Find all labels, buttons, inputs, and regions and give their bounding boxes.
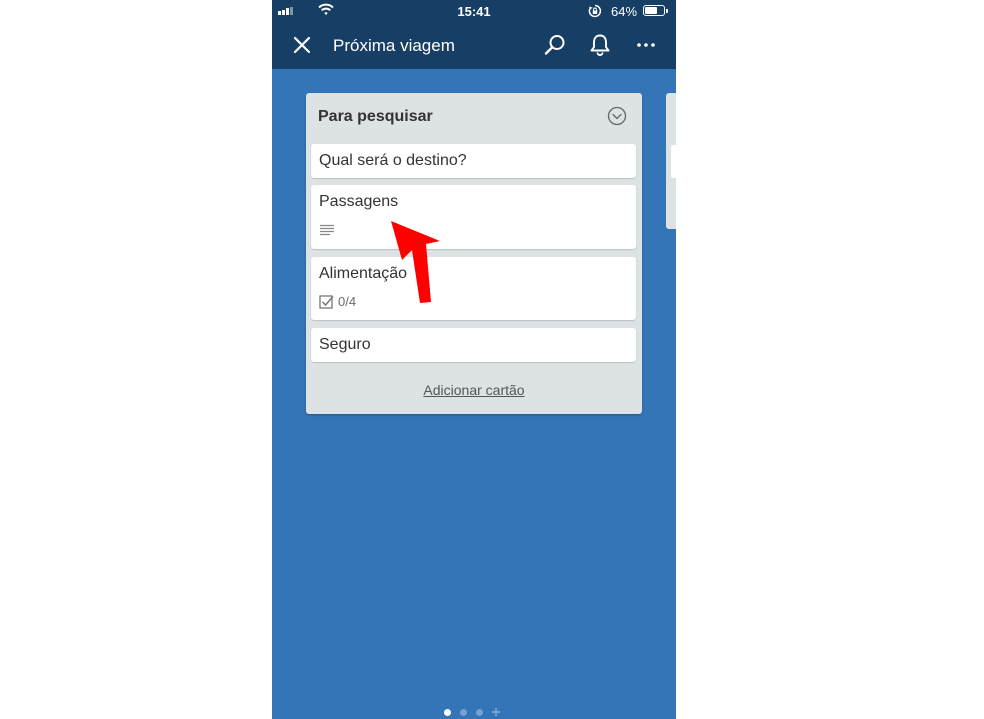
card-qual-sera-o-destino[interactable]: Qual será o destino? (311, 144, 636, 178)
app-bar: Próxima viagem (272, 22, 676, 69)
page-indicator[interactable] (444, 708, 500, 716)
search-icon[interactable] (544, 34, 566, 56)
close-icon[interactable] (292, 35, 312, 55)
page-dot[interactable] (460, 708, 467, 716)
next-list-peek[interactable] (666, 93, 676, 229)
list-para-pesquisar: Para pesquisar Qual será o destino? Pass… (306, 93, 642, 414)
description-icon (320, 224, 334, 236)
card-alimentacao[interactable]: Alimentação 0/4 (311, 257, 636, 320)
board-title: Próxima viagem (333, 36, 455, 55)
rotation-lock-icon (588, 4, 602, 18)
card-passagens[interactable]: Passagens (311, 185, 636, 249)
checklist-badge: 0/4 (319, 294, 356, 309)
next-list-card-stub (671, 145, 676, 178)
red-arrow-icon (391, 221, 440, 303)
battery-percent: 64% (611, 4, 638, 19)
battery-icon (643, 5, 668, 16)
add-list-plus-icon[interactable] (492, 708, 500, 716)
card-seguro[interactable]: Seguro (311, 328, 636, 362)
add-card-button[interactable]: Adicionar cartão (306, 382, 642, 398)
page-dot[interactable] (476, 708, 483, 716)
phone-screen: 15:41 64% Próxima viagem Para pesquisar … (272, 0, 676, 719)
checklist-count: 0/4 (338, 294, 357, 309)
more-icon[interactable] (635, 34, 657, 56)
chevron-down-circle-icon[interactable] (607, 106, 627, 126)
card-name: Passagens (319, 193, 399, 210)
page-dot-active[interactable] (444, 708, 451, 716)
status-bar: 15:41 64% (272, 0, 676, 22)
list-title: Para pesquisar (318, 108, 433, 125)
battery-fill (645, 7, 657, 14)
card-name: Seguro (319, 336, 371, 353)
checklist-icon (319, 295, 334, 309)
bell-icon[interactable] (589, 33, 611, 57)
card-name: Qual será o destino? (319, 152, 467, 169)
